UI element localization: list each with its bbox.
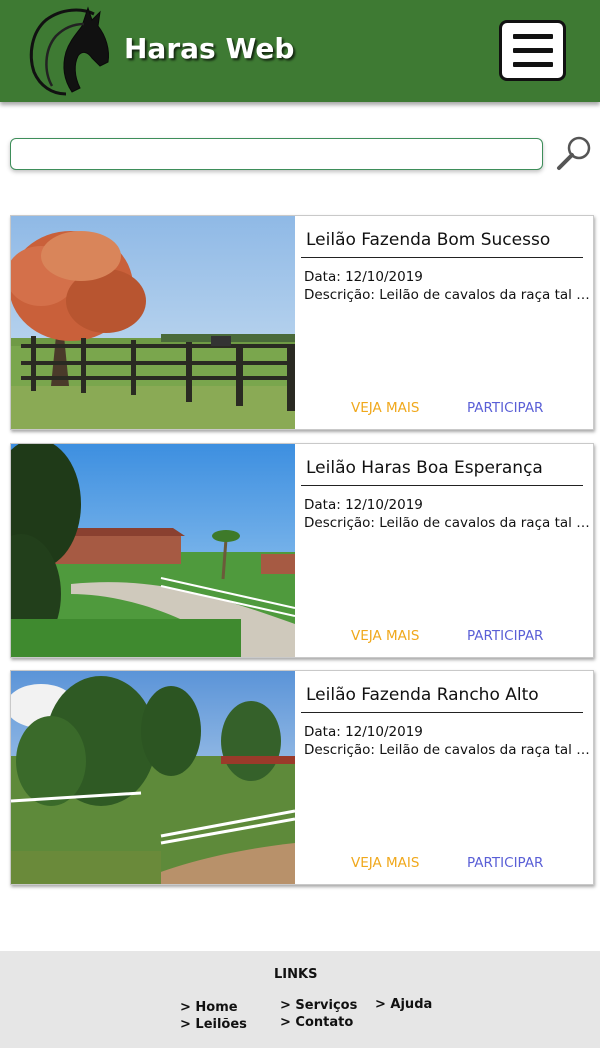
auction-card: Leilão Haras Boa Esperança Data: 12/10/2… (10, 443, 594, 658)
horse-head-icon[interactable] (22, 6, 112, 96)
footer-link-ajuda[interactable]: > Ajuda (375, 997, 432, 1012)
search-input[interactable] (10, 138, 543, 170)
auction-description: Descrição: Leilão de cavalos da raça tal… (304, 742, 592, 758)
auction-title: Leilão Fazenda Rancho Alto (306, 685, 539, 705)
auction-title: Leilão Haras Boa Esperança (306, 458, 543, 478)
title-divider (301, 485, 583, 486)
auction-date: Data: 12/10/2019 (304, 497, 423, 513)
menu-bar (513, 48, 553, 53)
search-icon[interactable] (555, 134, 595, 174)
top-header: Haras Web (0, 0, 600, 102)
menu-bar (513, 62, 553, 67)
participate-button[interactable]: PARTICIPAR (467, 400, 543, 416)
auction-description: Descrição: Leilão de cavalos da raça tal… (304, 515, 592, 531)
auction-card: Leilão Fazenda Bom Sucesso Data: 12/10/2… (10, 215, 594, 430)
auction-description: Descrição: Leilão de cavalos da raça tal… (304, 287, 592, 303)
title-divider (301, 712, 583, 713)
footer-link-home[interactable]: > Home (180, 1000, 238, 1015)
auction-image (11, 444, 295, 657)
footer-link-contato[interactable]: > Contato (280, 1015, 353, 1030)
brand-title[interactable]: Haras Web (124, 32, 294, 65)
see-more-button[interactable]: VEJA MAIS (351, 400, 419, 416)
auction-title: Leilão Fazenda Bom Sucesso (306, 230, 551, 250)
auction-image (11, 671, 295, 884)
auction-date: Data: 12/10/2019 (304, 724, 423, 740)
menu-bar (513, 34, 553, 39)
see-more-button[interactable]: VEJA MAIS (351, 628, 419, 644)
auction-image (11, 216, 295, 429)
auction-card: Leilão Fazenda Rancho Alto Data: 12/10/2… (10, 670, 594, 885)
footer-link-servicos[interactable]: > Serviços (280, 998, 357, 1013)
footer-links-title: LINKS (274, 967, 318, 982)
footer: LINKS > Home > Leilões > Serviços > Cont… (0, 951, 600, 1048)
participate-button[interactable]: PARTICIPAR (467, 628, 543, 644)
hamburger-menu-button[interactable] (499, 20, 566, 81)
auction-date: Data: 12/10/2019 (304, 269, 423, 285)
see-more-button[interactable]: VEJA MAIS (351, 855, 419, 871)
footer-link-leiloes[interactable]: > Leilões (180, 1017, 247, 1032)
participate-button[interactable]: PARTICIPAR (467, 855, 543, 871)
title-divider (301, 257, 583, 258)
